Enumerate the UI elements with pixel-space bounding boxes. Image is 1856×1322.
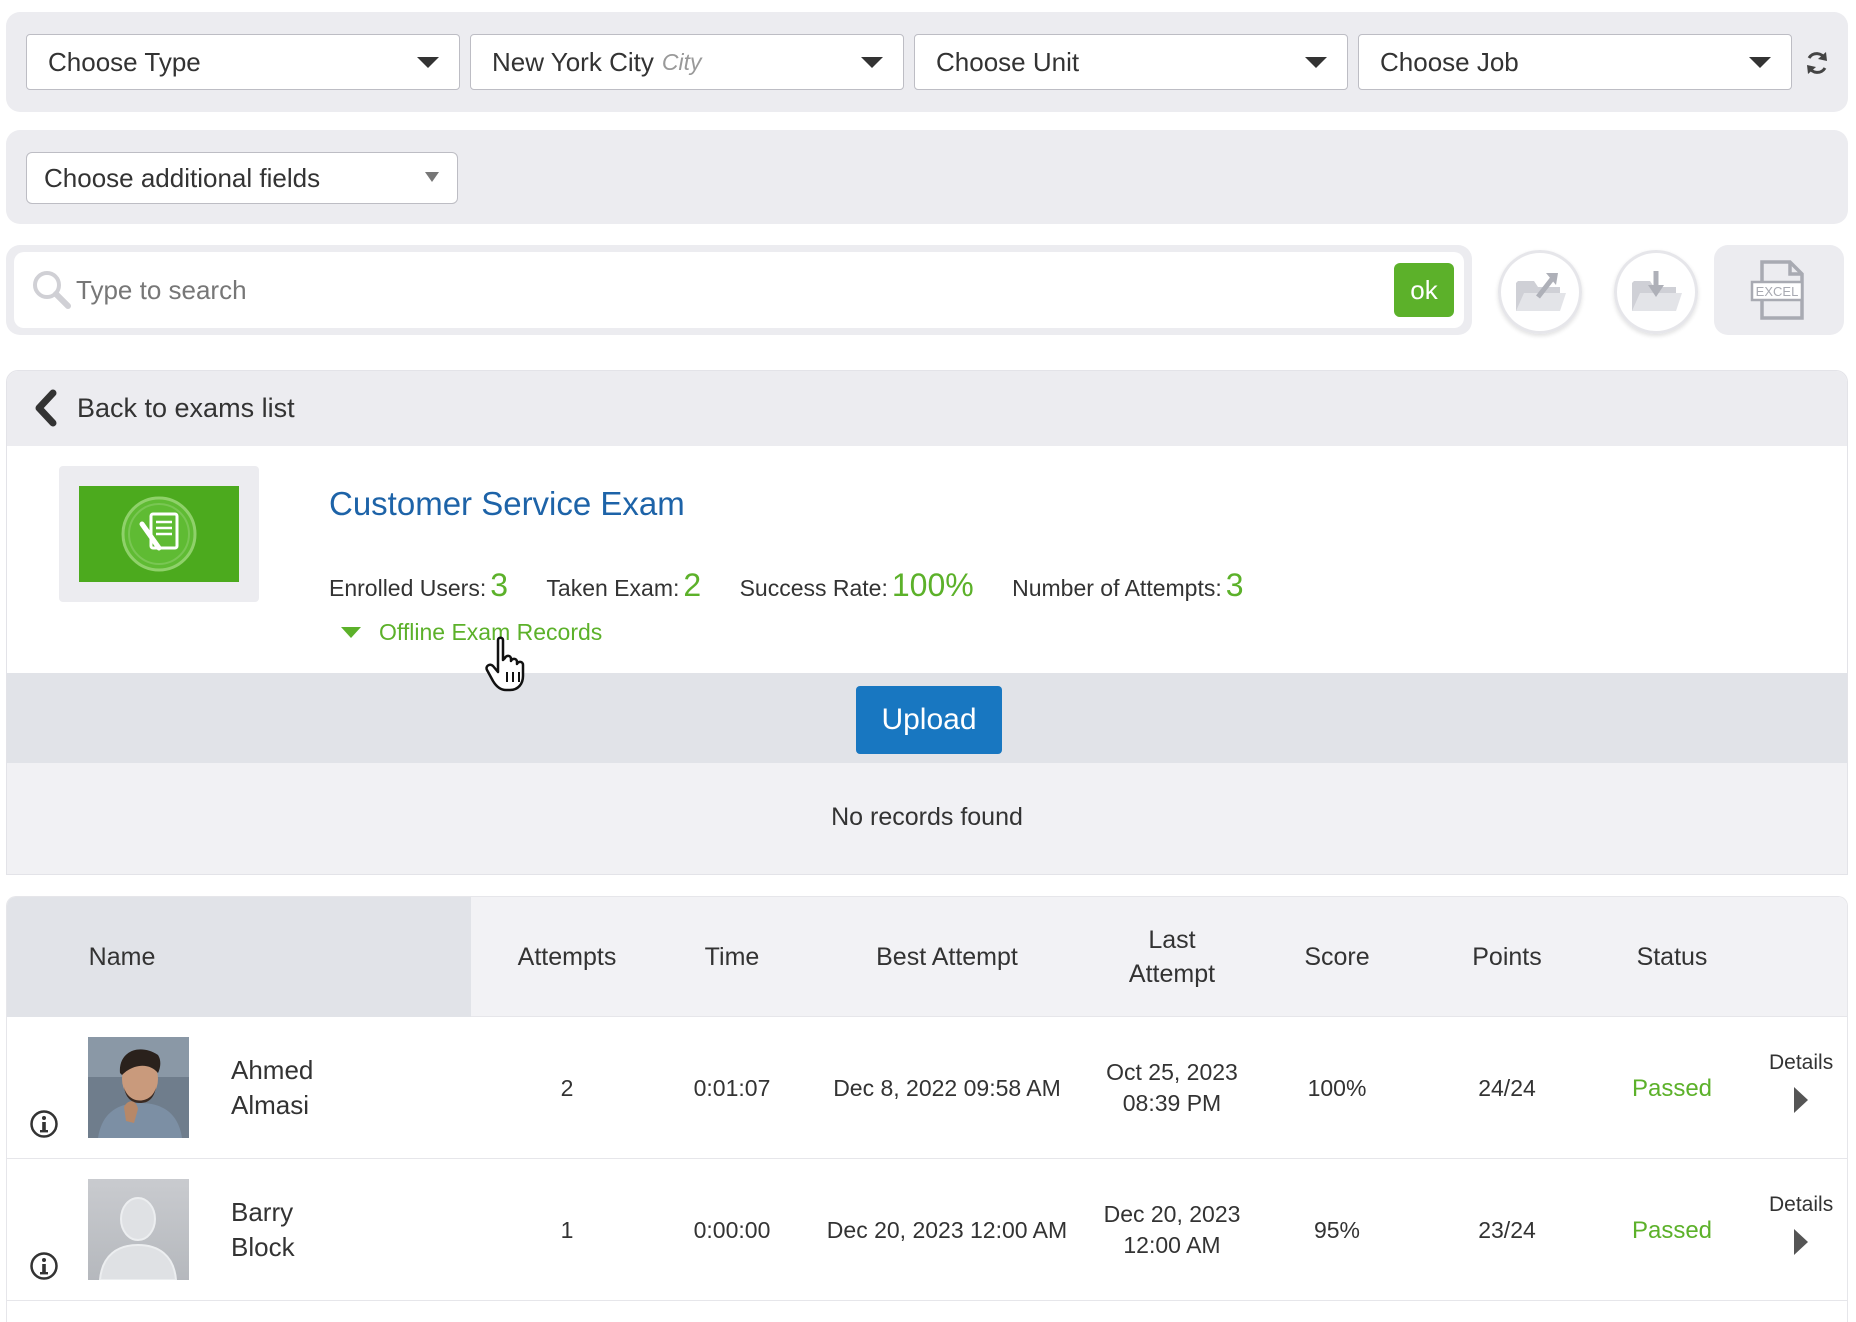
job-select[interactable]: Choose Job	[1358, 34, 1792, 90]
back-to-exams-label: Back to exams list	[77, 393, 295, 423]
details-label: Details	[1769, 1051, 1834, 1074]
unit-select-label: Choose Unit	[936, 46, 1080, 77]
person-name[interactable]: Barry Block	[231, 1195, 295, 1265]
job-select-label: Choose Job	[1380, 46, 1519, 77]
column-header-name[interactable]: Name	[67, 897, 177, 1017]
table-header: Name Attempts Time Best Attempt Last Att…	[7, 897, 1847, 1017]
person-name[interactable]: Ahmed Almasi	[231, 1053, 313, 1123]
search-input[interactable]	[74, 268, 1174, 312]
offline-records-list: No records found	[7, 763, 1847, 874]
avatar	[88, 1037, 189, 1138]
caret-right-icon	[1794, 1087, 1808, 1113]
additional-fields-label: Choose additional fields	[44, 162, 321, 193]
excel-file-icon: EXCEL	[1750, 260, 1804, 320]
attempts-cell: 2	[560, 1074, 574, 1101]
export-button[interactable]	[1614, 250, 1698, 334]
search-box: ok	[14, 252, 1464, 328]
last-attempt-cell: Oct 25, 2023 08:39 PM	[1106, 1059, 1238, 1116]
export-folder-icon	[1632, 271, 1682, 311]
chevron-down-icon	[1305, 57, 1327, 68]
type-select-label: Choose Type	[48, 46, 201, 77]
city-select-sublabel: City	[661, 48, 702, 75]
column-header-best-attempt[interactable]: Best Attempt	[827, 897, 1067, 1017]
points-cell: 24/24	[1478, 1074, 1536, 1101]
import-folder-icon	[1516, 273, 1566, 311]
column-header-score[interactable]: Score	[1277, 897, 1397, 1017]
best-attempt-cell: Dec 8, 2022 09:58 AM	[833, 1074, 1061, 1101]
attempts-cell: 1	[560, 1216, 574, 1243]
score-cell: 95%	[1313, 1216, 1361, 1243]
unit-select[interactable]: Choose Unit	[914, 34, 1348, 90]
results-table: Name Attempts Time Best Attempt Last Att…	[6, 896, 1848, 1322]
default-avatar-icon	[88, 1179, 189, 1280]
type-select[interactable]: Choose Type	[26, 34, 460, 90]
back-to-exams-link[interactable]: Back to exams list	[7, 371, 1847, 446]
additional-fields-select[interactable]: Choose additional fields	[26, 152, 458, 204]
table-row: Ahmed Almasi 2 0:01:07 Dec 8, 2022 09:58 …	[7, 1017, 1847, 1159]
exam-thumbnail	[59, 466, 259, 602]
best-attempt-cell: Dec 20, 2023 12:00 AM	[826, 1216, 1068, 1243]
column-header-time[interactable]: Time	[667, 897, 797, 1017]
status-badge: Passed	[1631, 1216, 1713, 1244]
time-cell: 0:00:00	[693, 1216, 771, 1243]
empty-state-text: No records found	[831, 803, 1023, 831]
avatar	[88, 1179, 189, 1280]
status-badge: Passed	[1631, 1074, 1713, 1102]
info-icon[interactable]	[29, 1109, 59, 1139]
details-label: Details	[1769, 1193, 1834, 1216]
excel-export-button[interactable]: EXCEL	[1714, 245, 1844, 335]
chevron-down-icon	[861, 57, 883, 68]
upload-row: Upload	[7, 673, 1847, 763]
search-bar: ok	[6, 245, 1472, 335]
points-cell: 23/24	[1478, 1216, 1536, 1243]
stat-enrolled-users: Enrolled Users: 3	[329, 567, 509, 603]
upload-button[interactable]: Upload	[856, 686, 1002, 754]
chevron-left-icon	[35, 389, 57, 427]
details-button[interactable]: Details	[1769, 1051, 1833, 1118]
column-header-status[interactable]: Status	[1607, 897, 1737, 1017]
search-icon	[33, 271, 71, 309]
chevron-down-icon	[417, 57, 439, 68]
info-icon[interactable]	[29, 1251, 59, 1281]
stat-number-of-attempts: Number of Attempts: 3	[1012, 567, 1244, 603]
exam-title: Customer Service Exam	[329, 485, 685, 522]
excel-icon-text: EXCEL	[1756, 284, 1799, 299]
offline-exam-records-toggle[interactable]: Offline Exam Records	[341, 619, 602, 646]
chevron-down-icon	[425, 172, 439, 182]
hand-pointer-cursor-icon	[485, 636, 525, 692]
exam-document-icon	[121, 496, 197, 572]
additional-fields-bar: Choose additional fields	[6, 130, 1848, 224]
caret-down-icon	[341, 627, 361, 638]
details-button[interactable]: Details	[1769, 1193, 1833, 1260]
exam-stats: Enrolled Users: 3 Taken Exam: 2 Success Ra…	[329, 567, 1276, 604]
search-ok-button[interactable]: ok	[1394, 263, 1454, 317]
stat-success-rate: Success Rate: 100%	[739, 567, 974, 603]
filter-bar: Choose Type New York City City Choose Un…	[6, 12, 1848, 112]
exam-panel: Back to exams list Customer Service Exam…	[6, 370, 1848, 875]
column-header-last-attempt[interactable]: Last Attempt	[1107, 897, 1237, 1017]
caret-right-icon	[1794, 1229, 1808, 1255]
city-select[interactable]: New York City City	[470, 34, 904, 90]
import-button[interactable]	[1498, 250, 1582, 334]
city-select-label: New York City	[492, 46, 654, 77]
stat-taken-exam: Taken Exam: 2	[546, 567, 702, 603]
chevron-down-icon	[1749, 57, 1771, 68]
column-header-points[interactable]: Points	[1442, 897, 1572, 1017]
time-cell: 0:01:07	[693, 1074, 771, 1101]
column-header-attempts[interactable]: Attempts	[497, 897, 637, 1017]
table-row: Barry Block 1 0:00:00 Dec 20, 2023 12:00 …	[7, 1159, 1847, 1301]
refresh-icon[interactable]	[1804, 50, 1830, 76]
score-cell: 100%	[1307, 1074, 1367, 1101]
last-attempt-cell: Dec 20, 2023 12:00 AM	[1103, 1201, 1241, 1258]
